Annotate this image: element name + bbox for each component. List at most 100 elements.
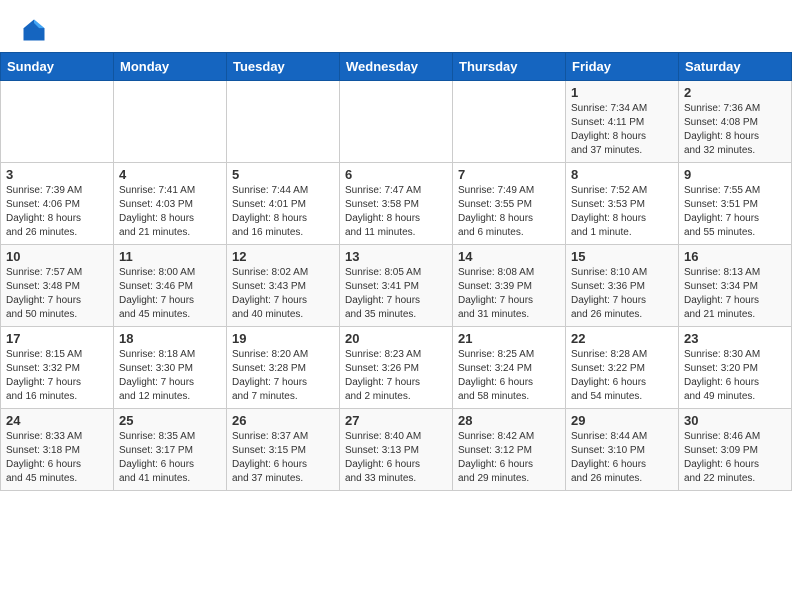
day-info: Sunrise: 7:55 AM Sunset: 3:51 PM Dayligh… — [684, 184, 786, 240]
calendar-cell — [227, 81, 340, 163]
calendar-cell: 20 Sunrise: 8:23 AM Sunset: 3:26 PM Dayli… — [340, 327, 453, 409]
day-info: Sunrise: 7:34 AM Sunset: 4:11 PM Dayligh… — [571, 102, 673, 158]
calendar-week-4: 17 Sunrise: 8:15 AM Sunset: 3:32 PM Dayli… — [1, 327, 792, 409]
calendar-week-1: 1 Sunrise: 7:34 AM Sunset: 4:11 PM Daylig… — [1, 81, 792, 163]
day-number: 27 — [345, 413, 447, 428]
calendar-cell: 5 Sunrise: 7:44 AM Sunset: 4:01 PM Daylig… — [227, 163, 340, 245]
calendar-cell: 24Sunrise: 8:33 AM Sunset: 3:18 PM Dayli… — [1, 409, 114, 491]
calendar-week-3: 10 Sunrise: 7:57 AM Sunset: 3:48 PM Dayli… — [1, 245, 792, 327]
day-number: 20 — [345, 331, 447, 346]
day-number: 6 — [345, 167, 447, 182]
calendar-cell: 26 Sunrise: 8:37 AM Sunset: 3:15 PM Dayli… — [227, 409, 340, 491]
calendar-cell: 16 Sunrise: 8:13 AM Sunset: 3:34 PM Dayli… — [679, 245, 792, 327]
day-info: Sunrise: 7:57 AM Sunset: 3:48 PM Dayligh… — [6, 266, 108, 322]
day-of-week-friday: Friday — [566, 53, 679, 81]
calendar-cell — [453, 81, 566, 163]
day-info: Sunrise: 8:02 AM Sunset: 3:43 PM Dayligh… — [232, 266, 334, 322]
day-info: Sunrise: 8:25 AM Sunset: 3:24 PM Dayligh… — [458, 348, 560, 404]
day-number: 3 — [6, 167, 108, 182]
day-info: Sunrise: 8:05 AM Sunset: 3:41 PM Dayligh… — [345, 266, 447, 322]
calendar-cell: 25 Sunrise: 8:35 AM Sunset: 3:17 PM Dayli… — [114, 409, 227, 491]
calendar-cell: 3 Sunrise: 7:39 AM Sunset: 4:06 PM Daylig… — [1, 163, 114, 245]
calendar-cell: 8Sunrise: 7:52 AM Sunset: 3:53 PM Daylig… — [566, 163, 679, 245]
day-info: Sunrise: 8:20 AM Sunset: 3:28 PM Dayligh… — [232, 348, 334, 404]
calendar-cell — [1, 81, 114, 163]
day-number: 22 — [571, 331, 673, 346]
days-of-week-row: SundayMondayTuesdayWednesdayThursdayFrid… — [1, 53, 792, 81]
day-number: 29 — [571, 413, 673, 428]
day-info: Sunrise: 7:49 AM Sunset: 3:55 PM Dayligh… — [458, 184, 560, 240]
calendar-cell: 7 Sunrise: 7:49 AM Sunset: 3:55 PM Daylig… — [453, 163, 566, 245]
day-number: 18 — [119, 331, 221, 346]
day-number: 21 — [458, 331, 560, 346]
day-number: 11 — [119, 249, 221, 264]
day-number: 17 — [6, 331, 108, 346]
calendar-cell: 23 Sunrise: 8:30 AM Sunset: 3:20 PM Dayli… — [679, 327, 792, 409]
day-info: Sunrise: 8:42 AM Sunset: 3:12 PM Dayligh… — [458, 430, 560, 486]
day-info: Sunrise: 8:10 AM Sunset: 3:36 PM Dayligh… — [571, 266, 673, 322]
day-info: Sunrise: 8:23 AM Sunset: 3:26 PM Dayligh… — [345, 348, 447, 404]
calendar-cell: 13 Sunrise: 8:05 AM Sunset: 3:41 PM Dayli… — [340, 245, 453, 327]
day-info: Sunrise: 8:35 AM Sunset: 3:17 PM Dayligh… — [119, 430, 221, 486]
day-number: 28 — [458, 413, 560, 428]
day-number: 1 — [571, 85, 673, 100]
day-info: Sunrise: 7:52 AM Sunset: 3:53 PM Dayligh… — [571, 184, 673, 240]
calendar-cell: 28 Sunrise: 8:42 AM Sunset: 3:12 PM Dayli… — [453, 409, 566, 491]
day-number: 2 — [684, 85, 786, 100]
day-info: Sunrise: 8:00 AM Sunset: 3:46 PM Dayligh… — [119, 266, 221, 322]
day-number: 26 — [232, 413, 334, 428]
day-info: Sunrise: 8:08 AM Sunset: 3:39 PM Dayligh… — [458, 266, 560, 322]
day-number: 7 — [458, 167, 560, 182]
day-number: 12 — [232, 249, 334, 264]
page-header — [0, 0, 792, 52]
day-info: Sunrise: 8:28 AM Sunset: 3:22 PM Dayligh… — [571, 348, 673, 404]
day-number: 4 — [119, 167, 221, 182]
calendar-cell: 1 Sunrise: 7:34 AM Sunset: 4:11 PM Daylig… — [566, 81, 679, 163]
day-info: Sunrise: 8:15 AM Sunset: 3:32 PM Dayligh… — [6, 348, 108, 404]
day-of-week-tuesday: Tuesday — [227, 53, 340, 81]
calendar-cell: 17 Sunrise: 8:15 AM Sunset: 3:32 PM Dayli… — [1, 327, 114, 409]
day-info: Sunrise: 7:41 AM Sunset: 4:03 PM Dayligh… — [119, 184, 221, 240]
day-info: Sunrise: 7:39 AM Sunset: 4:06 PM Dayligh… — [6, 184, 108, 240]
logo-icon — [20, 16, 48, 44]
day-info: Sunrise: 8:30 AM Sunset: 3:20 PM Dayligh… — [684, 348, 786, 404]
day-of-week-wednesday: Wednesday — [340, 53, 453, 81]
calendar-header: SundayMondayTuesdayWednesdayThursdayFrid… — [1, 53, 792, 81]
day-of-week-thursday: Thursday — [453, 53, 566, 81]
calendar-week-5: 24Sunrise: 8:33 AM Sunset: 3:18 PM Dayli… — [1, 409, 792, 491]
calendar-table: SundayMondayTuesdayWednesdayThursdayFrid… — [0, 52, 792, 491]
calendar-cell: 14 Sunrise: 8:08 AM Sunset: 3:39 PM Dayli… — [453, 245, 566, 327]
day-number: 15 — [571, 249, 673, 264]
calendar-cell: 4 Sunrise: 7:41 AM Sunset: 4:03 PM Daylig… — [114, 163, 227, 245]
calendar-cell — [114, 81, 227, 163]
calendar-cell: 19 Sunrise: 8:20 AM Sunset: 3:28 PM Dayli… — [227, 327, 340, 409]
day-of-week-sunday: Sunday — [1, 53, 114, 81]
calendar-cell: 15 Sunrise: 8:10 AM Sunset: 3:36 PM Dayli… — [566, 245, 679, 327]
calendar-cell: 21 Sunrise: 8:25 AM Sunset: 3:24 PM Dayli… — [453, 327, 566, 409]
day-number: 23 — [684, 331, 786, 346]
day-number: 16 — [684, 249, 786, 264]
calendar-cell: 6 Sunrise: 7:47 AM Sunset: 3:58 PM Daylig… — [340, 163, 453, 245]
calendar-cell: 29 Sunrise: 8:44 AM Sunset: 3:10 PM Dayli… — [566, 409, 679, 491]
day-info: Sunrise: 8:33 AM Sunset: 3:18 PM Dayligh… — [6, 430, 108, 486]
day-number: 9 — [684, 167, 786, 182]
calendar-cell — [340, 81, 453, 163]
day-number: 25 — [119, 413, 221, 428]
day-info: Sunrise: 8:44 AM Sunset: 3:10 PM Dayligh… — [571, 430, 673, 486]
day-info: Sunrise: 7:47 AM Sunset: 3:58 PM Dayligh… — [345, 184, 447, 240]
day-of-week-monday: Monday — [114, 53, 227, 81]
day-info: Sunrise: 8:13 AM Sunset: 3:34 PM Dayligh… — [684, 266, 786, 322]
day-number: 19 — [232, 331, 334, 346]
day-number: 5 — [232, 167, 334, 182]
day-info: Sunrise: 7:36 AM Sunset: 4:08 PM Dayligh… — [684, 102, 786, 158]
day-number: 13 — [345, 249, 447, 264]
day-info: Sunrise: 8:37 AM Sunset: 3:15 PM Dayligh… — [232, 430, 334, 486]
calendar-cell: 9 Sunrise: 7:55 AM Sunset: 3:51 PM Daylig… — [679, 163, 792, 245]
day-info: Sunrise: 7:44 AM Sunset: 4:01 PM Dayligh… — [232, 184, 334, 240]
day-number: 10 — [6, 249, 108, 264]
calendar-cell: 27 Sunrise: 8:40 AM Sunset: 3:13 PM Dayli… — [340, 409, 453, 491]
day-number: 14 — [458, 249, 560, 264]
day-of-week-saturday: Saturday — [679, 53, 792, 81]
day-number: 30 — [684, 413, 786, 428]
day-info: Sunrise: 8:40 AM Sunset: 3:13 PM Dayligh… — [345, 430, 447, 486]
